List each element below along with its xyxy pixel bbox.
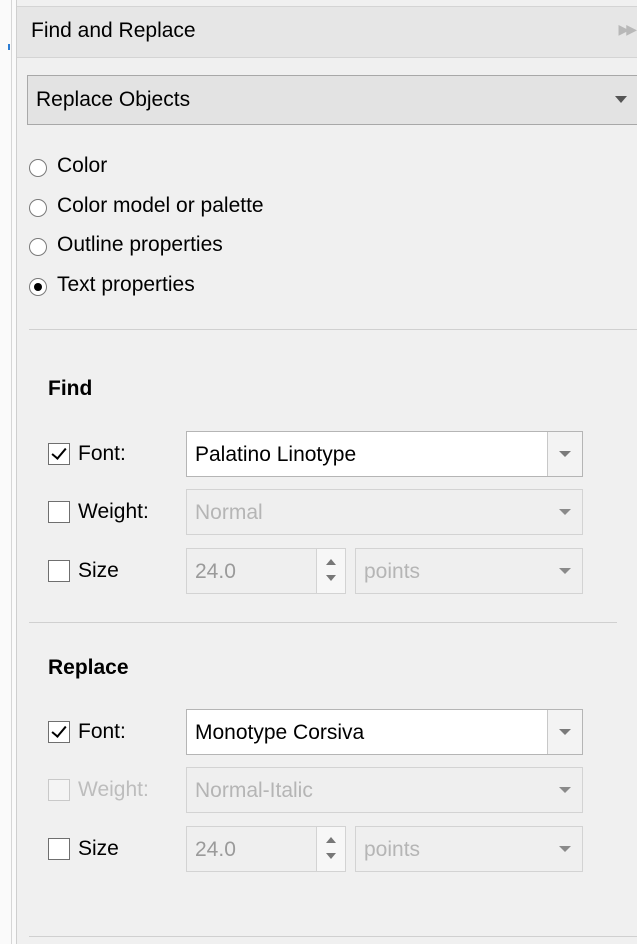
replace-font-value: Monotype Corsiva [195,721,365,744]
replace-size-unit-value: points [364,838,421,861]
radio-button-selected[interactable] [29,278,47,296]
checkmark-icon [51,444,67,460]
mode-dropdown-value: Replace Objects [36,88,191,111]
chevron-down-icon [559,787,571,793]
replace-size-value: 24.0 [195,838,236,861]
left-edge-strip [0,0,16,944]
replace-size-label: Size [78,837,119,860]
replace-section-title: Replace [48,656,129,679]
checkmark-icon [51,722,67,738]
spin-up-icon [326,559,336,565]
spin-up-icon [326,837,336,843]
find-size-label: Size [78,559,119,582]
bottom-divider [29,936,637,937]
edge-divider [11,0,12,944]
radio-button[interactable] [29,159,47,177]
edge-marker [8,44,10,50]
find-weight-dropdown-button [548,490,582,534]
find-size-spinner: 24.0 [186,548,346,594]
find-weight-checkbox[interactable] [48,501,70,523]
chevron-down-icon [559,846,571,852]
find-replace-docker: Find and Replace ▶▶ Replace Objects Colo… [16,0,637,944]
options-divider [29,329,637,330]
chevron-down-icon [559,729,571,735]
replace-font-checkbox[interactable] [48,721,70,743]
radio-button[interactable] [29,199,47,217]
find-font-checkbox[interactable] [48,443,70,465]
radio-label: Color model or palette [57,194,264,217]
spin-down-icon [326,853,336,859]
replace-size-unit-dropdown-button [548,827,582,871]
replace-font-dropdown-button[interactable] [547,710,582,754]
replace-size-spin-buttons [316,827,345,871]
spin-down-icon [326,575,336,581]
find-weight-value: Normal [195,501,263,524]
find-font-label: Font: [78,442,126,465]
chevron-down-icon [559,509,571,515]
chevron-down-icon [559,568,571,574]
replace-weight-row: Weight: [48,772,178,810]
find-size-unit-value: points [364,560,421,583]
find-weight-label: Weight: [78,500,149,523]
section-divider [29,622,617,623]
replace-font-label: Font: [78,720,126,743]
find-weight-dropdown: Normal [186,489,583,535]
mode-dropdown[interactable]: Replace Objects [27,75,637,125]
radio-button[interactable] [29,238,47,256]
find-font-dropdown[interactable]: Palatino Linotype [186,431,583,477]
find-size-checkbox[interactable] [48,560,70,582]
find-size-row[interactable]: Size [48,553,158,591]
replace-weight-label: Weight: [78,778,149,801]
replace-size-unit-dropdown: points [355,826,583,872]
find-section-title: Find [48,377,93,400]
find-font-row[interactable]: Font: [48,436,158,474]
chevron-down-icon [615,96,627,103]
docker-titlebar: Find and Replace ▶▶ [17,6,637,58]
chevron-down-icon [559,451,571,457]
replace-size-spinner: 24.0 [186,826,346,872]
replace-size-row[interactable]: Size [48,831,158,869]
replace-weight-dropdown: Normal-Italic [186,767,583,813]
find-size-spin-buttons [316,549,345,593]
replace-font-dropdown[interactable]: Monotype Corsiva [186,709,583,755]
find-font-value: Palatino Linotype [195,443,357,466]
replace-font-row[interactable]: Font: [48,714,158,752]
find-font-dropdown-button[interactable] [547,432,582,476]
find-replace-window: Find and Replace ▶▶ Replace Objects Colo… [0,0,637,944]
replace-weight-dropdown-button [548,768,582,812]
replace-weight-checkbox [48,779,70,801]
docker-title: Find and Replace [31,19,196,42]
find-size-unit-dropdown: points [355,548,583,594]
replace-weight-value: Normal-Italic [195,779,313,802]
replace-size-checkbox[interactable] [48,838,70,860]
find-weight-row[interactable]: Weight: [48,494,178,532]
find-size-value: 24.0 [195,560,236,583]
radio-label: Color [57,154,108,177]
find-size-unit-dropdown-button [548,549,582,593]
radio-label: Text properties [57,273,195,296]
double-chevron-right-icon[interactable]: ▶▶ [618,21,636,38]
radio-label: Outline properties [57,233,223,256]
